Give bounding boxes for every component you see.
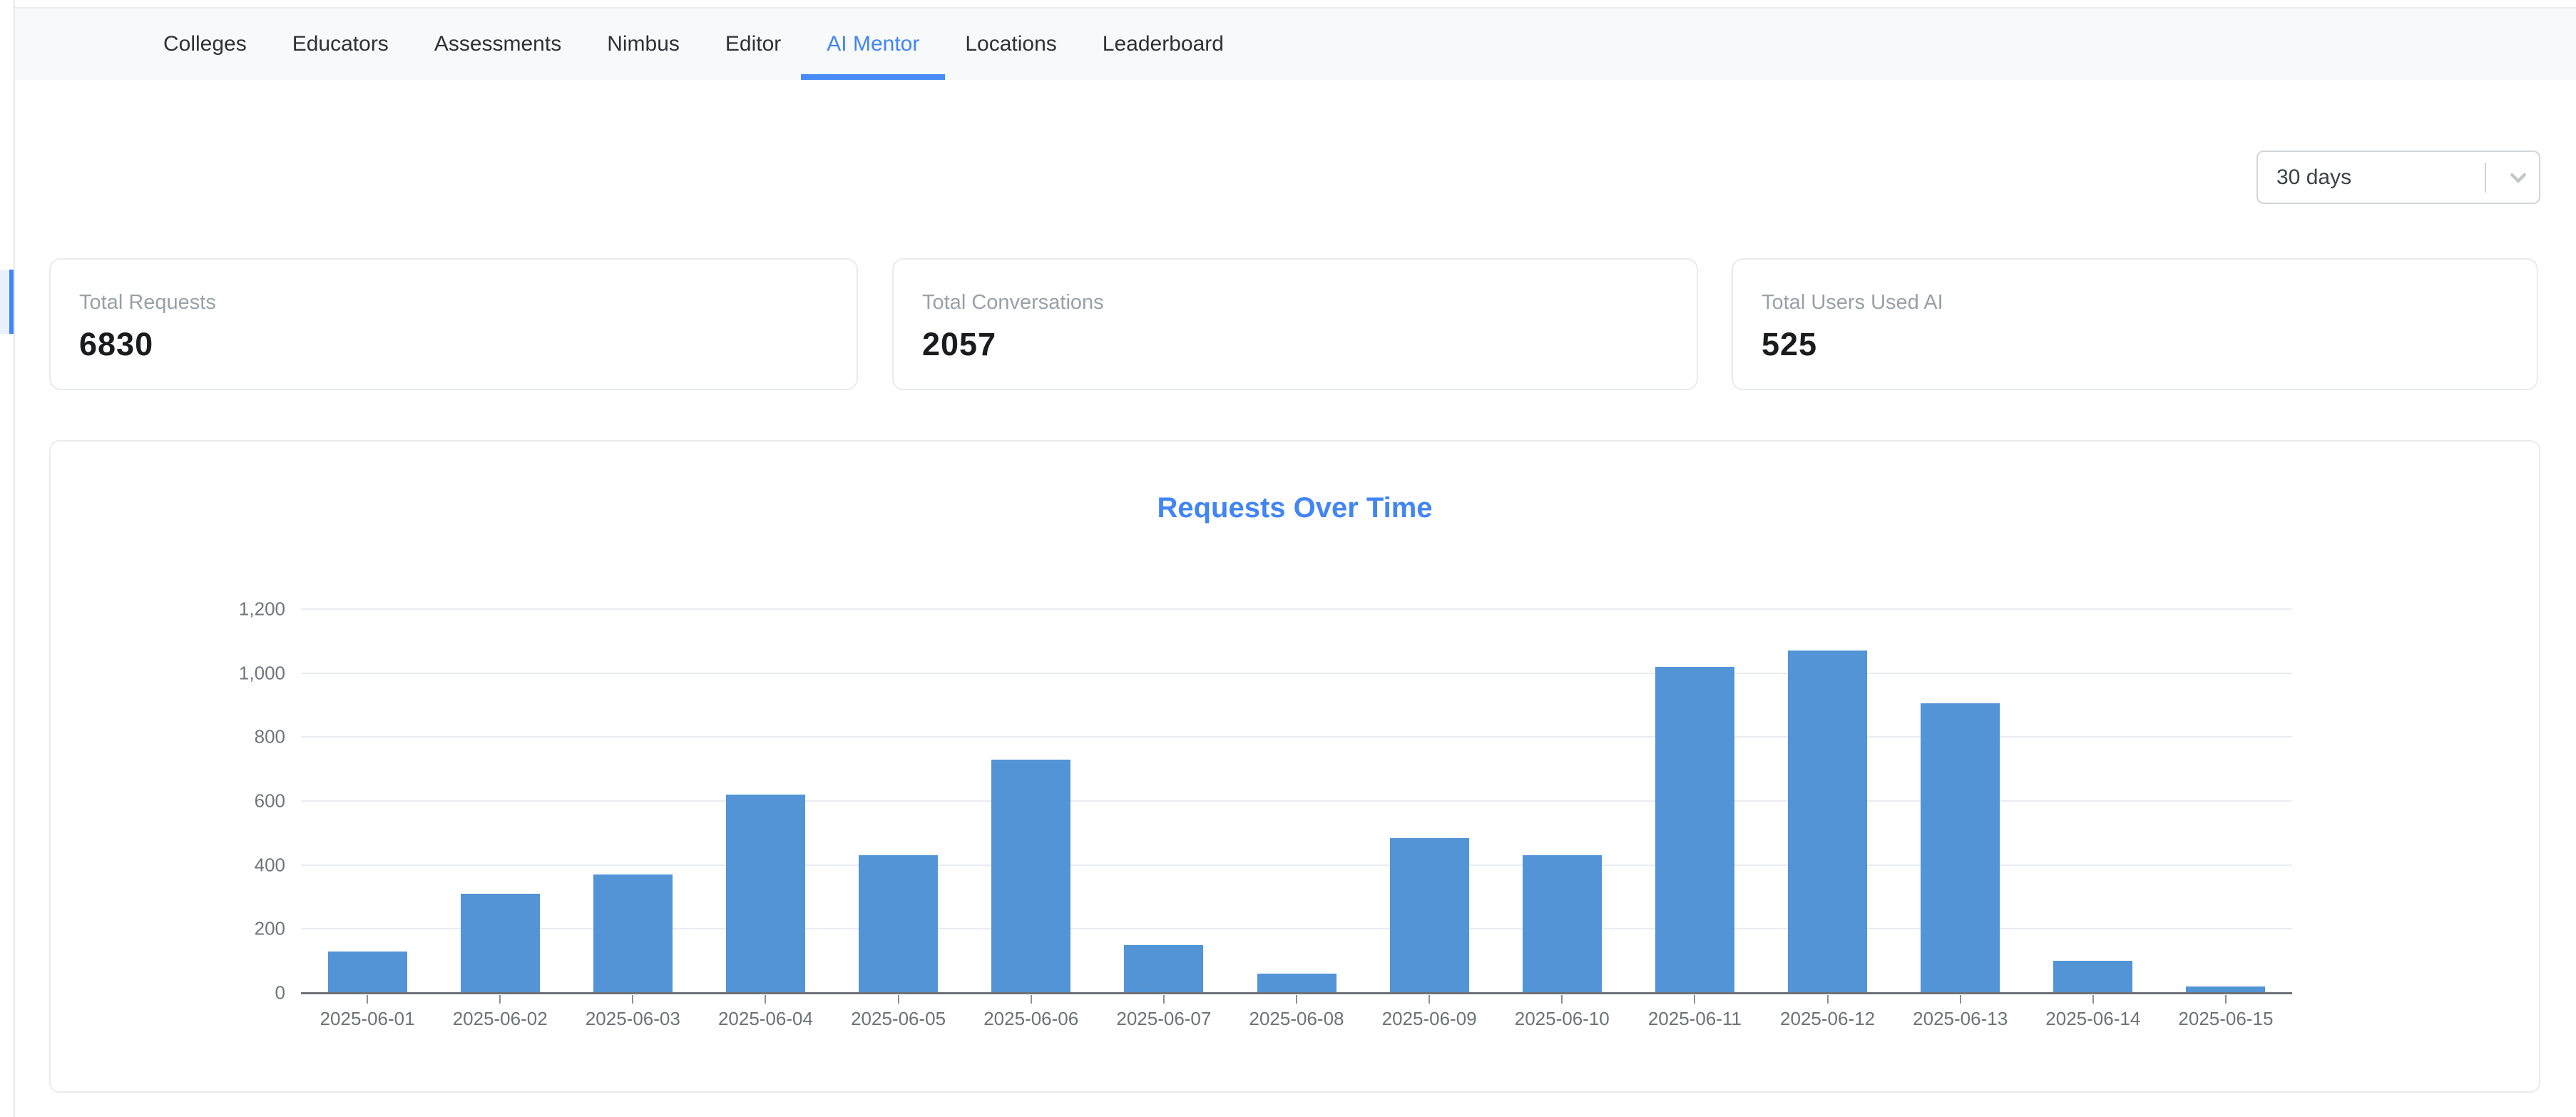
bar-2025-06-10[interactable] (1523, 855, 1602, 993)
x-axis-tick (632, 995, 633, 1004)
x-axis-tick-label: 2025-06-01 (301, 1008, 434, 1030)
dropdown-divider (2485, 163, 2486, 193)
x-axis-tick-label: 2025-06-03 (566, 1008, 700, 1030)
left-rail (0, 0, 15, 1117)
bar-2025-06-06[interactable] (991, 760, 1070, 993)
bar-2025-06-12[interactable] (1788, 651, 1867, 993)
requests-over-time-card: Requests Over Time 02004006008001,0001,2… (49, 440, 2540, 1093)
stat-card-total-conversations: Total Conversations 2057 (892, 258, 1698, 390)
nav-tabs: Colleges Educators Assessments Nimbus Editor… (15, 9, 2576, 80)
stat-label: Total Requests (79, 291, 857, 315)
tab-nimbus[interactable]: Nimbus (607, 9, 680, 80)
tab-assessments[interactable]: Assessments (434, 9, 561, 80)
stat-card-total-requests: Total Requests 6830 (49, 258, 858, 390)
y-axis-tick-label: 400 (200, 854, 285, 876)
x-axis-tick-label: 2025-06-04 (699, 1008, 832, 1030)
chevron-down-icon (2498, 164, 2539, 191)
bar-2025-06-13[interactable] (1921, 703, 2000, 993)
x-axis-tick-label: 2025-06-09 (1363, 1008, 1496, 1030)
tab-label: Nimbus (607, 32, 680, 56)
x-axis-tick-label: 2025-06-07 (1097, 1008, 1230, 1030)
sidebar-active-bar (9, 270, 14, 334)
x-axis-line (301, 992, 2292, 994)
bar-2025-06-02[interactable] (461, 894, 540, 993)
y-axis-tick-label: 600 (200, 790, 285, 812)
tab-label: AI Mentor (827, 32, 919, 56)
x-axis-tick (1031, 995, 1032, 1004)
time-range-value: 30 days (2258, 165, 2485, 190)
x-axis-tick (1827, 995, 1829, 1004)
x-axis-tick-label: 2025-06-06 (964, 1008, 1098, 1030)
stat-label: Total Users Used AI (1762, 291, 2537, 315)
tab-ai-mentor[interactable]: AI Mentor (827, 9, 919, 80)
bar-2025-06-14[interactable] (2053, 961, 2132, 993)
stat-value: 525 (1762, 326, 2537, 363)
x-axis-tick-label: 2025-06-02 (434, 1008, 567, 1030)
tab-colleges[interactable]: Colleges (163, 9, 247, 80)
y-axis-tick-label: 1,200 (200, 598, 285, 621)
tab-label: Assessments (434, 32, 561, 56)
x-axis-tick (2092, 995, 2094, 1004)
x-axis-tick-label: 2025-06-15 (2159, 1008, 2292, 1030)
x-axis-tick-label: 2025-06-10 (1496, 1008, 1629, 1030)
tab-label: Locations (965, 32, 1056, 56)
x-axis-tick (1694, 995, 1695, 1004)
x-axis-tick (1296, 995, 1297, 1004)
app-root: { "nav": { "tabs": [ { "label": "College… (0, 0, 2576, 1117)
x-axis-tick-label: 2025-06-13 (1893, 1008, 2027, 1030)
stat-label: Total Conversations (922, 291, 1697, 315)
top-navbar: Colleges Educators Assessments Nimbus Editor… (15, 7, 2576, 80)
bar-2025-06-07[interactable] (1124, 945, 1203, 993)
chart-title: Requests Over Time (51, 492, 2539, 524)
gridline (301, 608, 2292, 610)
x-axis-tick (1561, 995, 1563, 1004)
sidebar-active-item-indicator[interactable] (0, 270, 14, 334)
x-axis-tick-label: 2025-06-11 (1628, 1008, 1762, 1030)
tab-label: Educators (292, 32, 389, 56)
stat-card-total-users-used-ai: Total Users Used AI 525 (1732, 258, 2538, 390)
bar-2025-06-01[interactable] (328, 952, 407, 993)
x-axis-tick (1428, 995, 1430, 1004)
tab-leaderboard[interactable]: Leaderboard (1103, 9, 1224, 80)
x-axis-tick (2225, 995, 2227, 1004)
x-axis-tick (499, 995, 501, 1004)
x-axis-tick (765, 995, 766, 1004)
x-axis-tick (898, 995, 899, 1004)
tab-editor[interactable]: Editor (725, 9, 781, 80)
bar-2025-06-11[interactable] (1655, 667, 1734, 993)
tab-educators[interactable]: Educators (292, 9, 389, 80)
bar-2025-06-09[interactable] (1390, 838, 1469, 993)
x-axis-tick (1163, 995, 1165, 1004)
x-axis-tick-label: 2025-06-14 (2026, 1008, 2160, 1030)
y-axis-tick-label: 200 (200, 918, 285, 940)
bar-2025-06-03[interactable] (593, 874, 673, 993)
time-range-dropdown[interactable]: 30 days (2256, 151, 2540, 204)
x-axis-tick-label: 2025-06-08 (1230, 1008, 1364, 1030)
stat-value: 2057 (922, 326, 1697, 363)
bar-2025-06-08[interactable] (1257, 974, 1336, 993)
tab-locations[interactable]: Locations (965, 9, 1056, 80)
tab-label: Editor (725, 32, 781, 56)
y-axis-tick-label: 800 (200, 726, 285, 748)
x-axis-tick (367, 995, 368, 1004)
tab-label: Colleges (163, 32, 247, 56)
y-axis-tick-label: 1,000 (200, 662, 285, 684)
bar-chart-plot-area: 02004006008001,0001,2002025-06-012025-06… (301, 609, 2292, 993)
y-axis-tick-label: 0 (200, 982, 285, 1004)
stat-value: 6830 (79, 326, 857, 363)
bar-2025-06-05[interactable] (859, 855, 938, 993)
gridline (301, 673, 2292, 674)
x-axis-tick-label: 2025-06-12 (1761, 1008, 1894, 1030)
x-axis-tick (1960, 995, 1961, 1004)
tab-label: Leaderboard (1103, 32, 1224, 56)
x-axis-tick-label: 2025-06-05 (832, 1008, 965, 1030)
bar-2025-06-04[interactable] (726, 795, 805, 993)
active-tab-underline (801, 74, 945, 80)
